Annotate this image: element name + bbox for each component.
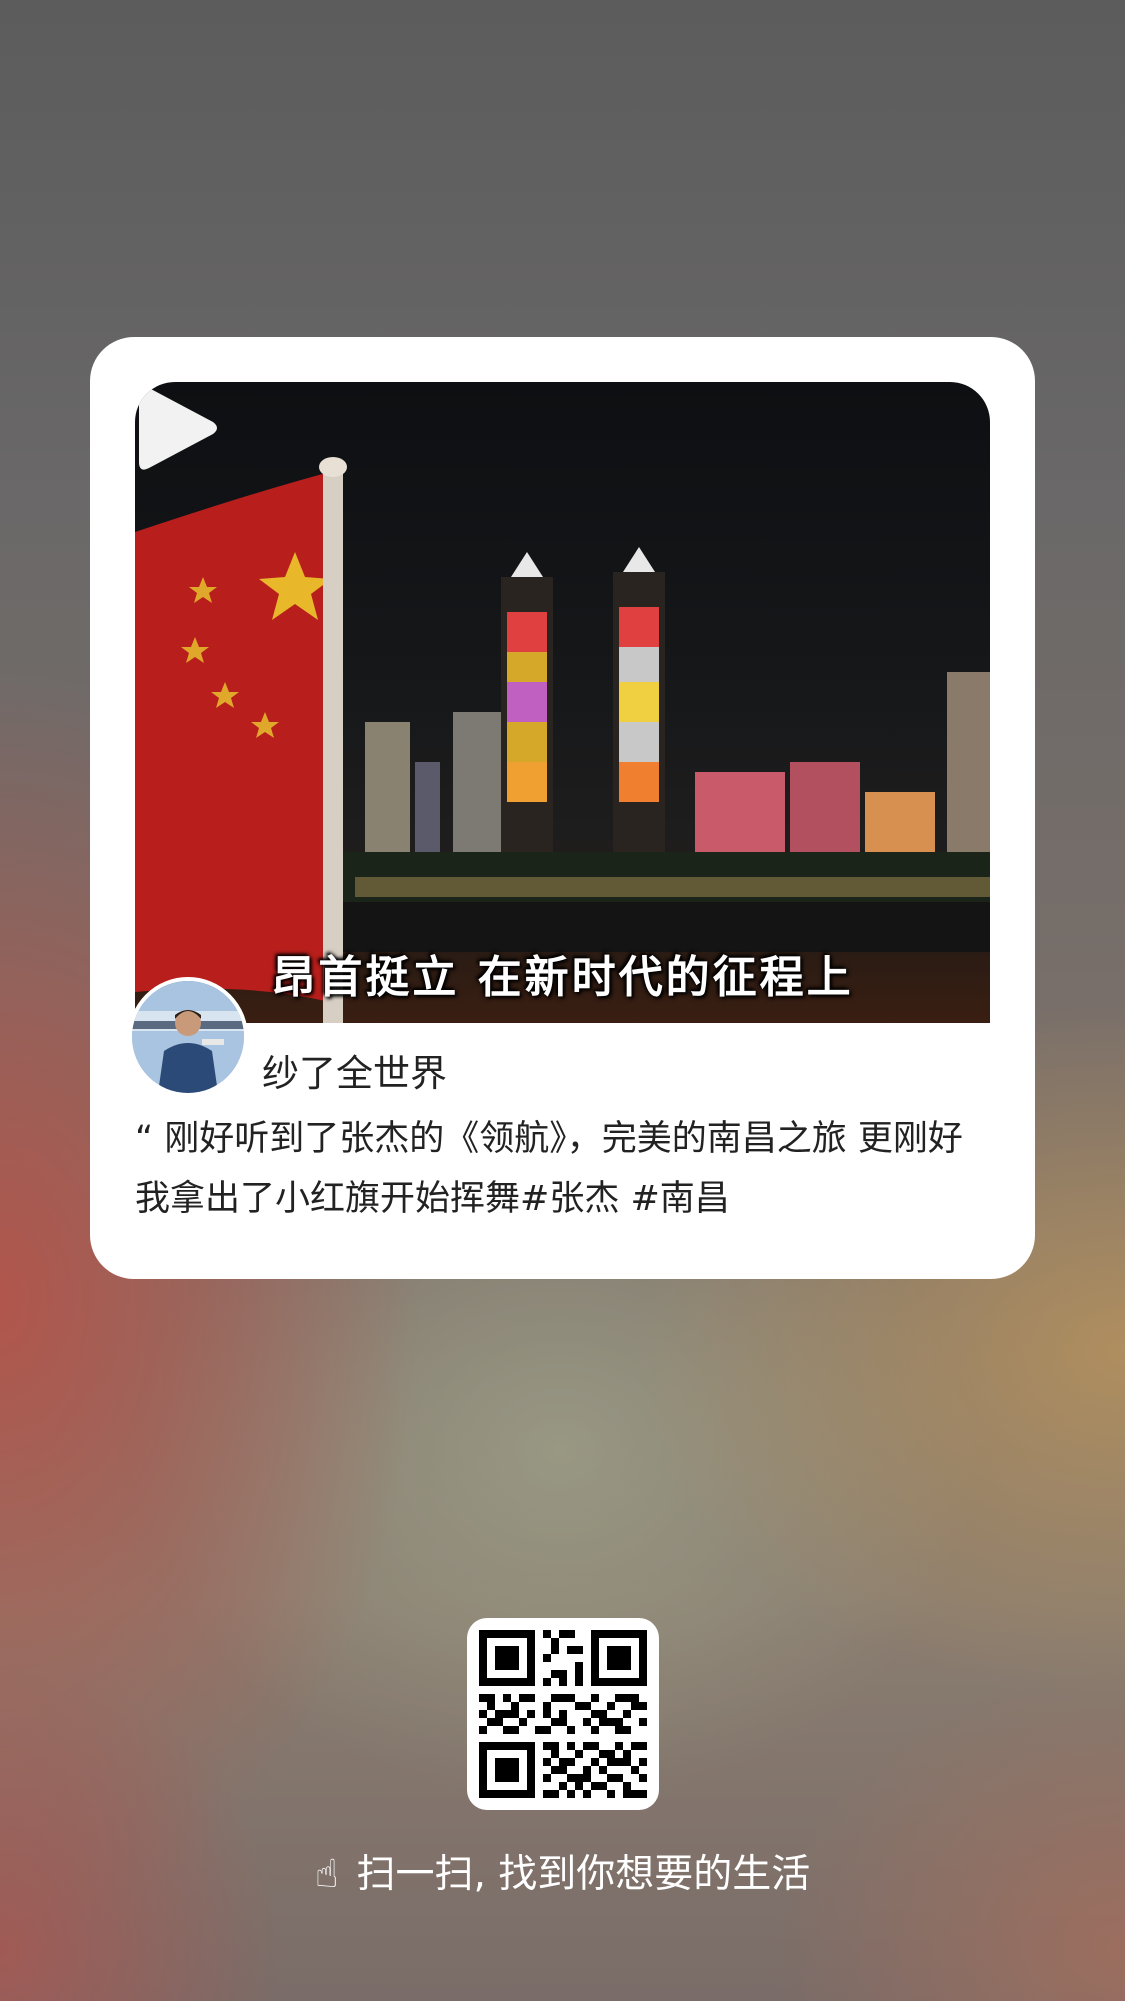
qr-code[interactable] bbox=[467, 1618, 659, 1810]
author-name[interactable]: 纱了全世界 bbox=[262, 1043, 447, 1097]
avatar-image bbox=[132, 981, 244, 1093]
scan-text: 扫一扫, 找到你想要的生活 bbox=[356, 1852, 811, 1897]
pointing-hand-icon: ☝ bbox=[314, 1852, 339, 1897]
author-avatar[interactable] bbox=[128, 977, 248, 1097]
night-skyline-image bbox=[135, 457, 990, 1023]
qr-code-pattern bbox=[479, 1630, 647, 1798]
share-card: 昂首挺立 在新时代的征程上 纱了全世界 “ 刚好听到了张杰的《领航》，完美的南昌… bbox=[90, 337, 1035, 1279]
scan-prompt: ☝ 扫一扫, 找到你想要的生活 bbox=[0, 1843, 1125, 1899]
video-thumbnail[interactable]: 昂首挺立 在新时代的征程上 bbox=[135, 382, 990, 1023]
video-subtitle: 昂首挺立 在新时代的征程上 bbox=[271, 952, 854, 1003]
post-description: “ 刚好听到了张杰的《领航》，完美的南昌之旅 更刚好我拿出了小红旗开始挥舞#张杰… bbox=[135, 1119, 963, 1219]
play-icon[interactable] bbox=[135, 382, 221, 474]
